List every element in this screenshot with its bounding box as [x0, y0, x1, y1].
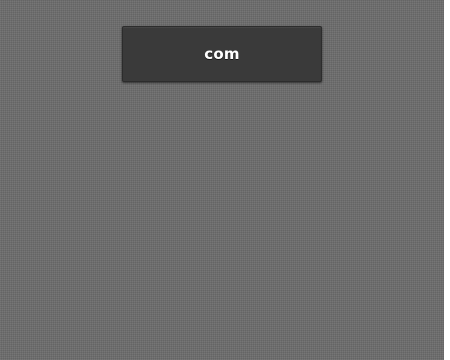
tld-com-button[interactable]: com — [122, 26, 322, 82]
linen-background: com — [0, 0, 444, 360]
window-edge — [444, 0, 450, 360]
tld-label: com — [204, 45, 240, 63]
